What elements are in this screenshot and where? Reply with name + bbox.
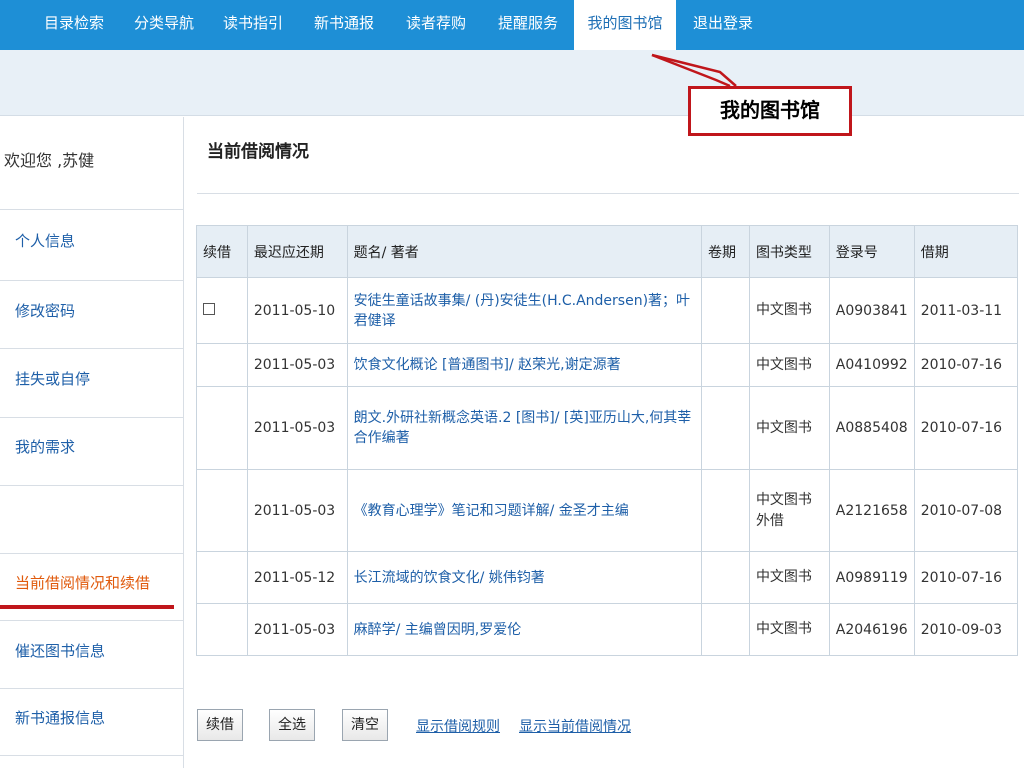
sidebar-divider xyxy=(0,280,184,281)
table-row: 2011-05-12 长江流域的饮食文化/ 姚伟钧著 中文图书 A0989119… xyxy=(196,551,1019,604)
table-row: 2011-05-03 朗文.外研社新概念英语.2 [图书]/ [英]亚历山大,何… xyxy=(196,386,1019,470)
renew-cell xyxy=(196,551,248,604)
title-author-cell[interactable]: 麻醉学/ 主编曾因明,罗爱伦 xyxy=(346,603,703,656)
volume-cell xyxy=(701,277,750,344)
col-header-due-date: 最迟应还期 xyxy=(246,225,348,278)
nav-item-category-nav[interactable]: 分类导航 xyxy=(120,0,208,50)
select-all-button[interactable]: 全选 xyxy=(269,709,315,741)
table-row: 2011-05-03 《教育心理学》笔记和习题详解/ 金圣才主编 中文图书外借 … xyxy=(196,469,1019,552)
callout-label: 我的图书馆 xyxy=(688,86,852,136)
col-header-renew: 续借 xyxy=(196,225,248,278)
sidebar-divider xyxy=(0,485,184,486)
sidebar-divider xyxy=(0,755,184,756)
borrow-date-cell: 2011-03-11 xyxy=(913,277,1019,344)
sidebar-divider xyxy=(0,348,184,349)
nav-item-purchase-recommend[interactable]: 读者荐购 xyxy=(390,0,482,50)
borrow-date-cell: 2010-07-16 xyxy=(913,386,1019,470)
nav-item-my-library[interactable]: 我的图书馆 xyxy=(574,0,676,50)
renew-cell xyxy=(196,469,248,552)
sub-bar xyxy=(0,50,1024,116)
book-type-cell: 中文图书外借 xyxy=(748,469,830,552)
borrow-date-cell: 2010-07-08 xyxy=(913,469,1019,552)
volume-cell xyxy=(701,551,750,604)
title-author-cell[interactable]: 安徒生童话故事集/ (丹)安徒生(H.C.Andersen)著；叶君健译 xyxy=(346,277,703,344)
nav-item-logout[interactable]: 退出登录 xyxy=(680,0,766,50)
nav-item-catalog-search[interactable]: 目录检索 xyxy=(28,0,120,50)
title-divider xyxy=(197,193,1019,194)
col-header-reg-no: 登录号 xyxy=(828,225,915,278)
sidebar-divider xyxy=(0,688,184,689)
table-row: 2011-05-03 麻醉学/ 主编曾因明,罗爱伦 中文图书 A2046196 … xyxy=(196,603,1019,656)
title-author-cell[interactable]: 长江流域的饮食文化/ 姚伟钧著 xyxy=(346,551,703,604)
title-author-cell[interactable]: 朗文.外研社新概念英语.2 [图书]/ [英]亚历山大,何其莘合作编著 xyxy=(346,386,703,470)
volume-cell xyxy=(701,343,750,387)
title-author-cell[interactable]: 《教育心理学》笔记和习题详解/ 金圣才主编 xyxy=(346,469,703,552)
col-header-volume: 卷期 xyxy=(701,225,750,278)
col-header-borrow-date: 借期 xyxy=(913,225,1019,278)
show-current-loans-link[interactable]: 显示当前借阅情况 xyxy=(519,716,631,736)
sidebar-item-my-requests[interactable]: 我的需求 xyxy=(15,436,75,457)
table-header-row: 续借 最迟应还期 题名/ 著者 卷期 图书类型 登录号 借期 xyxy=(196,225,1019,278)
sidebar-divider xyxy=(0,417,184,418)
sidebar-item-current-loans[interactable]: 当前借阅情况和续借 xyxy=(15,572,150,593)
book-type-cell: 中文图书 xyxy=(748,277,830,344)
renew-cell xyxy=(196,386,248,470)
sidebar-divider xyxy=(0,553,184,554)
due-date-cell: 2011-05-12 xyxy=(246,551,348,604)
nav-item-reminder-service[interactable]: 提醒服务 xyxy=(482,0,574,50)
sidebar-item-new-book-notices[interactable]: 新书通报信息 xyxy=(15,707,105,728)
renew-checkbox[interactable] xyxy=(203,302,215,315)
volume-cell xyxy=(701,603,750,656)
reg-no-cell: A0410992 xyxy=(828,343,915,387)
nav-item-reading-guide[interactable]: 读书指引 xyxy=(208,0,298,50)
renew-cell xyxy=(196,603,248,656)
reg-no-cell: A0885408 xyxy=(828,386,915,470)
col-header-book-type: 图书类型 xyxy=(748,225,830,278)
sidebar-item-change-password[interactable]: 修改密码 xyxy=(15,300,75,321)
due-date-cell: 2011-05-03 xyxy=(246,603,348,656)
borrow-date-cell: 2010-09-03 xyxy=(913,603,1019,656)
reg-no-cell: A2046196 xyxy=(828,603,915,656)
top-nav: 目录检索 分类导航 读书指引 新书通报 读者荐购 提醒服务 我的图书馆 退出登录 xyxy=(0,0,1024,50)
due-date-cell: 2011-05-03 xyxy=(246,386,348,470)
sidebar-item-report-loss[interactable]: 挂失或自停 xyxy=(15,368,90,389)
book-type-cell: 中文图书 xyxy=(748,551,830,604)
table-row: 2011-05-10 安徒生童话故事集/ (丹)安徒生(H.C.Andersen… xyxy=(196,277,1019,344)
show-rules-link[interactable]: 显示借阅规则 xyxy=(416,716,500,736)
sidebar-item-overdue-notices[interactable]: 催还图书信息 xyxy=(15,640,105,661)
book-type-cell: 中文图书 xyxy=(748,603,830,656)
page-title: 当前借阅情况 xyxy=(207,142,309,162)
book-type-cell: 中文图书 xyxy=(748,343,830,387)
due-date-cell: 2011-05-10 xyxy=(246,277,348,344)
due-date-cell: 2011-05-03 xyxy=(246,469,348,552)
nav-item-new-books[interactable]: 新书通报 xyxy=(298,0,390,50)
reg-no-cell: A0903841 xyxy=(828,277,915,344)
title-author-cell[interactable]: 饮食文化概论 [普通图书]/ 赵荣光,谢定源著 xyxy=(346,343,703,387)
volume-cell xyxy=(701,386,750,470)
reg-no-cell: A2121658 xyxy=(828,469,915,552)
sidebar-item-personal-info[interactable]: 个人信息 xyxy=(15,230,75,251)
due-date-cell: 2011-05-03 xyxy=(246,343,348,387)
welcome-text: 欢迎您 ,苏健 xyxy=(4,151,95,170)
reg-no-cell: A0989119 xyxy=(828,551,915,604)
clear-button[interactable]: 清空 xyxy=(342,709,388,741)
volume-cell xyxy=(701,469,750,552)
borrow-date-cell: 2010-07-16 xyxy=(913,551,1019,604)
book-type-cell: 中文图书 xyxy=(748,386,830,470)
loans-table: 续借 最迟应还期 题名/ 著者 卷期 图书类型 登录号 借期 2011-05-1… xyxy=(196,225,1019,656)
table-row: 2011-05-03 饮食文化概论 [普通图书]/ 赵荣光,谢定源著 中文图书 … xyxy=(196,343,1019,387)
renew-cell xyxy=(196,343,248,387)
active-item-underline xyxy=(0,605,174,609)
borrow-date-cell: 2010-07-16 xyxy=(913,343,1019,387)
col-header-title-author: 题名/ 著者 xyxy=(346,225,703,278)
sidebar: 欢迎您 ,苏健 个人信息 修改密码 挂失或自停 我的需求 当前借阅情况和续借 催… xyxy=(0,117,184,768)
renew-button[interactable]: 续借 xyxy=(197,709,243,741)
sidebar-divider xyxy=(0,209,184,210)
renew-cell xyxy=(196,277,248,344)
sidebar-divider xyxy=(0,620,184,621)
